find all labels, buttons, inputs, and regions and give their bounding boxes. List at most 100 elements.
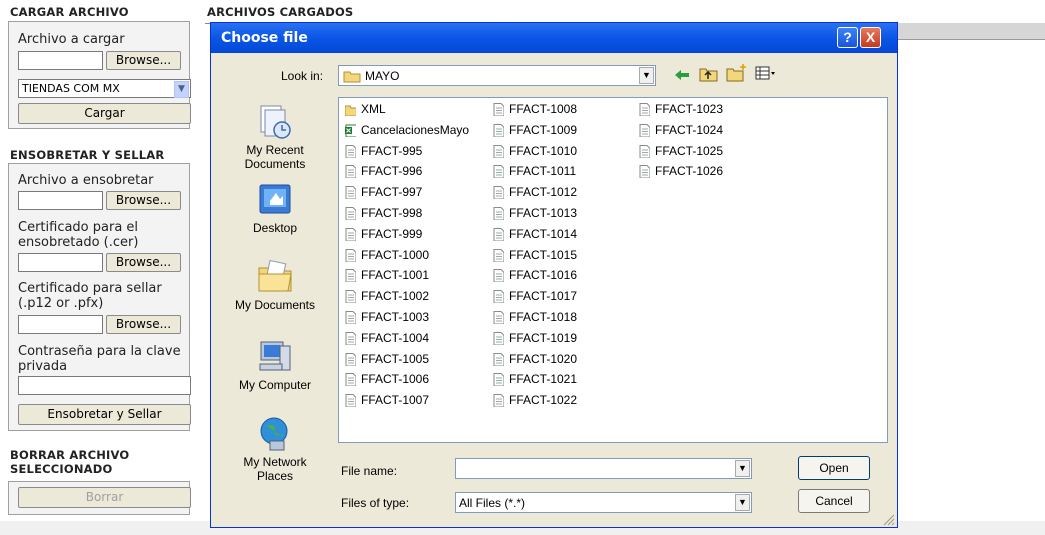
text-file-icon <box>493 144 504 158</box>
text-file-icon <box>493 394 504 408</box>
look-in-label: Look in: <box>281 69 324 83</box>
cert-cer-browse-button[interactable]: Browse... <box>106 253 181 272</box>
help-button[interactable]: ? <box>837 27 858 48</box>
file-name: CancelacionesMayo <box>361 122 470 137</box>
chevron-down-icon[interactable]: ▼ <box>639 67 654 84</box>
file-name: FFACT-1008 <box>509 102 578 116</box>
file-name: FFACT-999 <box>361 226 423 241</box>
cert-cer-label: Certificado para el ensobretado (.cer) <box>18 220 139 250</box>
file-name: FFACT-1025 <box>655 143 724 158</box>
text-file-icon <box>493 123 504 137</box>
upload-browse-button[interactable]: Browse... <box>106 51 181 70</box>
seal-file-input[interactable] <box>18 191 103 210</box>
place-recent-documents[interactable]: My Recent Documents <box>227 103 323 171</box>
place-desktop[interactable]: Desktop <box>227 181 323 235</box>
places-bar: My Recent Documents Desktop My Documents… <box>227 93 323 498</box>
files-table-header <box>898 23 1045 40</box>
file-name: FFACT-1001 <box>361 268 430 283</box>
upload-file-input[interactable] <box>18 51 103 70</box>
seal-submit-button[interactable]: Ensobretar y Sellar <box>18 404 191 425</box>
place-my-computer[interactable]: My Computer <box>227 338 323 392</box>
help-icon: ? <box>843 29 852 45</box>
file-name-label: File name: <box>341 464 398 478</box>
cancel-button[interactable]: Cancel <box>798 489 870 513</box>
delete-heading: BORRAR ARCHIVO SELECCIONADO <box>10 448 130 476</box>
file-name: FFACT-1018 <box>509 310 578 324</box>
file-list[interactable]: XML CancelacionesMayo FFACT-995 FFACT-996 FF… <box>338 97 888 443</box>
dialog-title-bar[interactable]: Choose file ? X <box>211 23 897 53</box>
file-name: FFACT-997 <box>361 185 423 200</box>
file-name: FFACT-995 <box>361 143 423 158</box>
close-button[interactable]: X <box>860 27 881 48</box>
file-name: FFACT-1022 <box>509 393 578 408</box>
text-file-icon <box>345 269 356 283</box>
excel-file-icon <box>345 124 356 137</box>
place-label: Desktop <box>252 221 298 235</box>
seal-browse-button[interactable]: Browse... <box>106 191 181 210</box>
place-my-documents[interactable]: My Documents <box>227 258 323 312</box>
file-name: FFACT-1023 <box>655 102 724 116</box>
recent-documents-icon <box>260 105 291 139</box>
text-file-icon <box>493 248 504 262</box>
look-in-combo[interactable]: MAYO ▼ <box>338 65 656 86</box>
choose-file-dialog: Choose file ? X Look in: MAYO ▼ My Recen… <box>210 22 898 528</box>
my-documents-icon <box>258 259 292 292</box>
text-file-icon <box>345 331 356 345</box>
text-file-icon <box>639 144 650 158</box>
place-label: My Recent Documents <box>244 143 306 171</box>
chevron-down-icon[interactable]: ▼ <box>735 494 750 511</box>
text-file-icon <box>345 290 356 304</box>
text-file-icon <box>493 103 504 116</box>
chevron-down-icon[interactable]: ▼ <box>174 81 189 98</box>
text-file-icon <box>345 394 356 408</box>
text-file-icon <box>493 207 504 220</box>
delete-panel: Borrar <box>8 481 191 515</box>
view-menu-icon[interactable] <box>755 66 777 82</box>
look-in-value: MAYO <box>365 69 400 83</box>
upload-submit-button[interactable]: Cargar <box>18 103 191 124</box>
new-folder-icon[interactable] <box>726 63 748 83</box>
open-button[interactable]: Open <box>798 456 870 480</box>
files-heading: ARCHIVOS CARGADOS <box>207 5 354 19</box>
file-name: FFACT-1000 <box>361 247 430 262</box>
file-name: FFACT-1016 <box>509 268 578 283</box>
store-select-value: TIENDAS COM MX <box>22 82 120 95</box>
chevron-down-icon[interactable]: ▼ <box>735 460 750 477</box>
dialog-title: Choose file <box>221 30 308 46</box>
file-name: FFACT-1026 <box>655 164 724 179</box>
file-name: FFACT-1017 <box>509 289 578 304</box>
file-name: FFACT-998 <box>361 206 423 220</box>
text-file-icon <box>345 207 356 220</box>
place-label: My Documents <box>234 298 316 312</box>
text-file-icon <box>493 227 504 241</box>
place-network[interactable]: My Network Places <box>227 415 323 483</box>
text-file-icon <box>493 311 504 324</box>
desktop-icon <box>259 184 291 214</box>
text-file-icon <box>493 269 504 283</box>
cert-p12-browse-button[interactable]: Browse... <box>106 315 181 334</box>
delete-submit-button[interactable]: Borrar <box>18 487 191 508</box>
cert-p12-input[interactable] <box>18 315 103 334</box>
text-file-icon <box>345 248 356 262</box>
file-type-label: Files of type: <box>341 496 410 510</box>
cert-cer-input[interactable] <box>18 253 103 272</box>
my-computer-icon <box>259 341 291 371</box>
text-file-icon <box>493 186 504 200</box>
up-folder-icon[interactable] <box>699 65 719 83</box>
back-arrow-icon[interactable] <box>673 67 691 83</box>
network-places-icon <box>260 417 288 451</box>
text-file-icon <box>493 352 504 366</box>
store-select[interactable]: TIENDAS COM MX ▼ <box>18 79 191 98</box>
password-input[interactable] <box>18 376 191 395</box>
upload-file-label: Archivo a cargar <box>18 32 125 47</box>
resize-grip-icon[interactable] <box>881 512 895 526</box>
text-file-icon <box>345 311 356 324</box>
file-name: FFACT-1024 <box>655 122 724 137</box>
file-name-input[interactable]: ▼ <box>455 458 752 479</box>
file-name: XML <box>361 102 386 116</box>
upload-panel: Archivo a cargar Browse... TIENDAS COM M… <box>8 21 191 129</box>
file-name: FFACT-1009 <box>509 122 578 137</box>
file-type-select[interactable]: All Files (*.*) ▼ <box>455 492 752 513</box>
text-file-icon <box>345 165 356 179</box>
folder-icon <box>345 105 356 116</box>
